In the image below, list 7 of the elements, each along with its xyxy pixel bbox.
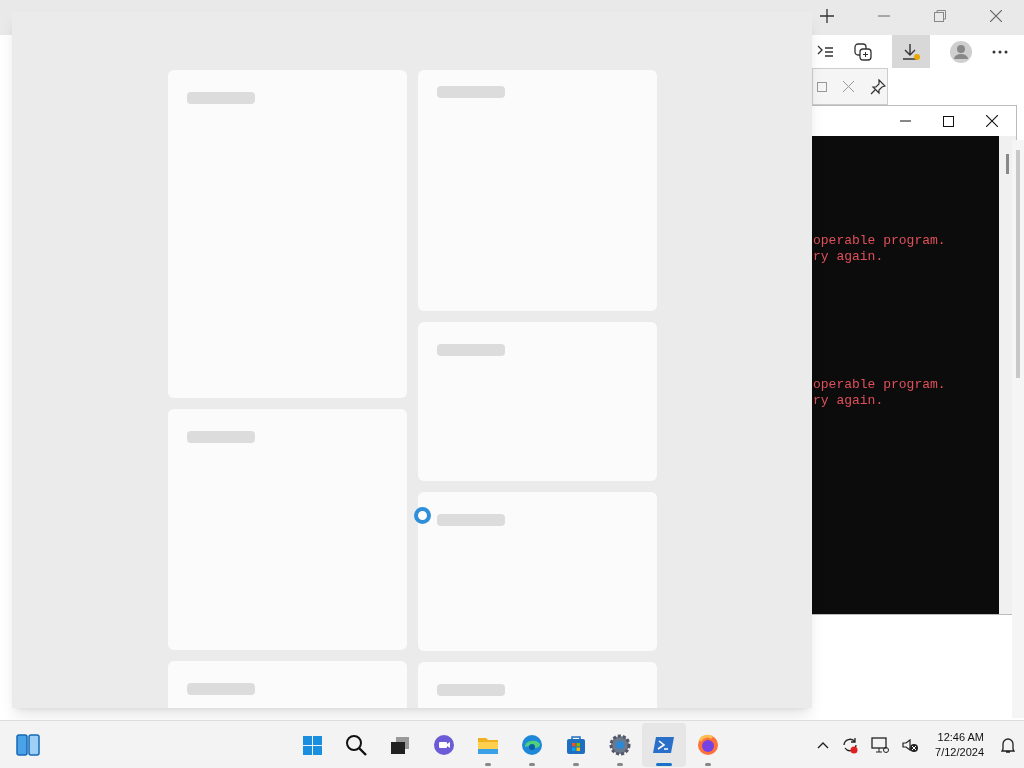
terminal-line: operable program. [813,377,947,393]
terminal-line: ry again. [813,393,885,409]
clock[interactable]: 12:46 AM 7/12/2024 [931,729,988,760]
terminal-line: ry again. [813,249,885,265]
terminal-line: operable program. [813,233,947,249]
clock-date: 7/12/2024 [935,744,984,760]
clock-time: 12:46 AM [937,729,984,745]
